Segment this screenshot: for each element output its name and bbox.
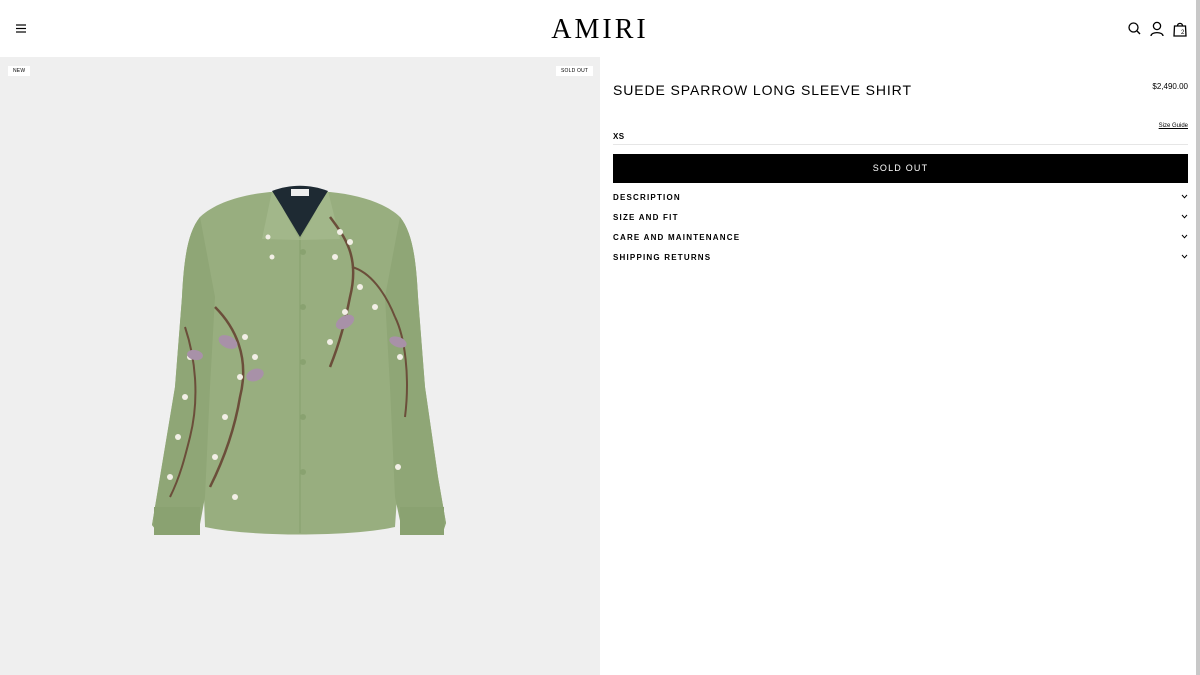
product-image-panel[interactable]: NEW SOLD OUT (0, 57, 600, 675)
accordion-care-and-maintenance[interactable]: CARE AND MAINTENANCE (613, 230, 1188, 246)
bag-count-badge: 2 (1181, 30, 1185, 36)
selected-size: XS (613, 132, 625, 141)
accordion-description[interactable]: DESCRIPTION (613, 190, 1188, 206)
chevron-down-icon (1181, 254, 1188, 259)
chevron-down-icon (1181, 234, 1188, 239)
product-image (152, 185, 446, 535)
user-icon[interactable] (1148, 20, 1166, 38)
shopping-bag-icon[interactable]: 2 (1171, 20, 1189, 38)
page-scrollbar[interactable] (1196, 0, 1200, 675)
hamburger-menu-icon[interactable] (12, 20, 30, 36)
product-price: $2,490.00 (1152, 82, 1188, 91)
sold-out-badge: SOLD OUT (556, 66, 594, 76)
accordion-label: DESCRIPTION (613, 193, 681, 202)
site-header: AMIRI 2 (0, 0, 1196, 57)
new-badge: NEW (8, 66, 31, 76)
accordion-label: SIZE AND FIT (613, 213, 679, 222)
accordion-label: SHIPPING RETURNS (613, 253, 712, 262)
chevron-down-icon (1181, 214, 1188, 219)
accordion-size-and-fit[interactable]: SIZE AND FIT (613, 210, 1188, 226)
chevron-down-icon (1181, 194, 1188, 199)
sold-out-button[interactable]: SOLD OUT (613, 154, 1188, 183)
accordion-label: CARE AND MAINTENANCE (613, 233, 741, 242)
search-icon[interactable] (1126, 20, 1144, 38)
product-info-panel: SUEDE SPARROW LONG SLEEVE SHIRT $2,490.0… (613, 57, 1188, 675)
size-selector[interactable]: XS (613, 128, 1188, 145)
product-title: SUEDE SPARROW LONG SLEEVE SHIRT (613, 82, 912, 98)
scrollbar-thumb[interactable] (1196, 0, 1200, 675)
amiri-logo[interactable]: AMIRI (548, 15, 652, 45)
accordion-shipping-returns[interactable]: SHIPPING RETURNS (613, 250, 1188, 266)
